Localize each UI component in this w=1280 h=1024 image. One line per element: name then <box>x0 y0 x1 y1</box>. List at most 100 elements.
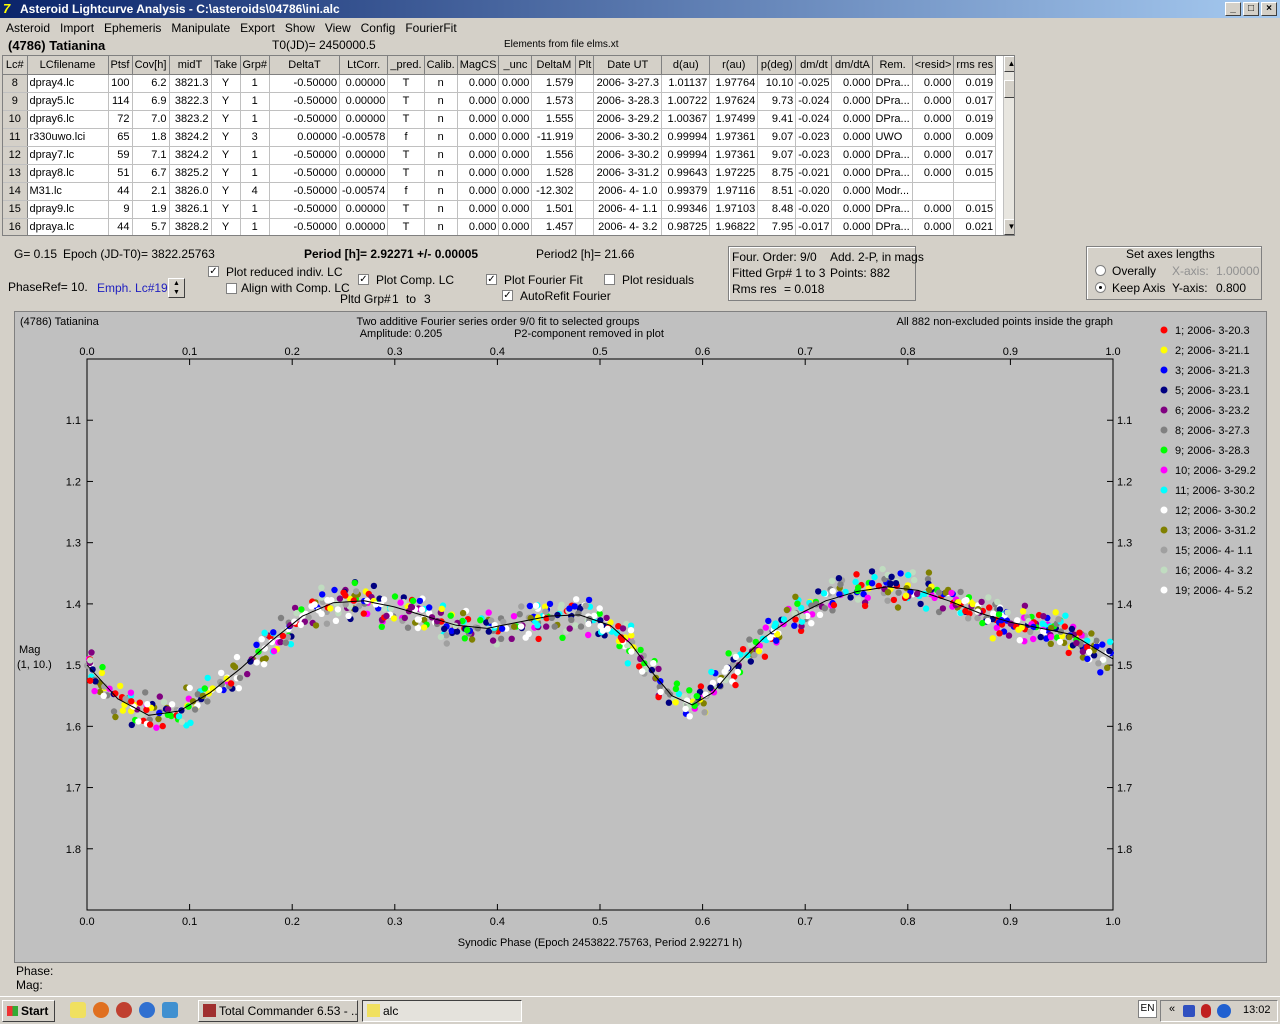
table-cell[interactable] <box>575 200 595 219</box>
table-cell[interactable]: 0.000 <box>457 146 500 165</box>
table-cell[interactable]: 0.99346 <box>661 200 711 219</box>
table-cell[interactable]: n <box>424 128 458 147</box>
table-scrollbar[interactable]: ▲ ▼ <box>1003 56 1014 235</box>
table-cell[interactable]: n <box>424 110 458 129</box>
table-cell[interactable]: dpray4.lc <box>27 74 109 93</box>
table-cell[interactable]: 15 <box>3 200 28 219</box>
table-cell[interactable]: 3826.0 <box>169 182 212 201</box>
table-cell[interactable]: DPra... <box>872 92 913 111</box>
table-cell[interactable]: T <box>387 200 425 219</box>
table-cell[interactable]: 44 <box>108 218 133 235</box>
table-cell[interactable]: Y <box>211 92 241 111</box>
align-comp-label[interactable]: Align with Comp. LC <box>241 281 350 295</box>
table-cell[interactable]: 0.000 <box>831 128 874 147</box>
table-cell[interactable]: 9 <box>3 92 28 111</box>
table-cell[interactable]: 1.97361 <box>709 128 759 147</box>
table-cell[interactable]: 0.000 <box>831 110 874 129</box>
table-cell[interactable]: 1.00722 <box>661 92 711 111</box>
plot-residuals-checkbox[interactable] <box>604 274 615 285</box>
table-cell[interactable]: 12 <box>3 146 28 165</box>
alc-app-icon[interactable]: 7 <box>3 1 17 16</box>
table-cell[interactable]: 4 <box>240 182 270 201</box>
table-cell[interactable] <box>575 164 595 183</box>
table-cell[interactable]: 14 <box>3 182 28 201</box>
firefox-icon[interactable] <box>93 1002 109 1018</box>
table-cell[interactable]: 1.579 <box>531 74 577 93</box>
table-cell[interactable]: 0.00000 <box>339 110 389 129</box>
language-indicator[interactable]: EN <box>1138 1000 1157 1018</box>
table-cell[interactable]: n <box>424 164 458 183</box>
phaseref-value[interactable]: PhaseRef= 10. <box>8 280 88 294</box>
table-cell[interactable]: 1 <box>240 164 270 183</box>
table-cell[interactable] <box>575 74 595 93</box>
table-cell[interactable]: 6.2 <box>132 74 170 93</box>
table-cell[interactable]: T <box>387 74 425 93</box>
table-cell[interactable]: 1.97103 <box>709 200 759 219</box>
table-cell[interactable]: 0.000 <box>457 200 500 219</box>
table-cell[interactable]: 100 <box>108 74 133 93</box>
table-cell[interactable]: 0.000 <box>912 74 955 93</box>
table-cell[interactable]: 6.7 <box>132 164 170 183</box>
table-cell[interactable]: 0.000 <box>831 74 874 93</box>
table-cell[interactable] <box>575 92 595 111</box>
column-header[interactable]: rms res <box>953 56 997 75</box>
table-cell[interactable]: T <box>387 146 425 165</box>
x-axis-value[interactable]: 1.00000 <box>1216 264 1259 278</box>
table-cell[interactable]: 59 <box>108 146 133 165</box>
tray-security-icon[interactable] <box>1201 1004 1211 1018</box>
align-comp-checkbox[interactable] <box>226 283 237 294</box>
pltd-grp-from[interactable]: 1 <box>392 292 399 306</box>
opera-icon[interactable] <box>116 1002 132 1018</box>
table-cell[interactable]: Y <box>211 74 241 93</box>
table-cell[interactable]: 0.000 <box>912 146 955 165</box>
table-cell[interactable]: 0.000 <box>498 200 533 219</box>
table-cell[interactable]: 0.000 <box>831 218 874 235</box>
table-cell[interactable]: 0.000 <box>498 218 533 235</box>
table-cell[interactable]: -0.024 <box>795 92 833 111</box>
start-button[interactable]: Start <box>2 1000 55 1022</box>
plot-reduced-checkbox[interactable]: ✓ <box>208 266 219 277</box>
table-cell[interactable]: 0.017 <box>953 92 997 111</box>
column-header[interactable]: DeltaT <box>269 56 340 75</box>
table-cell[interactable]: 16 <box>3 218 28 235</box>
table-cell[interactable] <box>575 146 595 165</box>
column-header[interactable]: Date UT <box>593 56 663 75</box>
table-cell[interactable]: -0.020 <box>795 200 833 219</box>
clock[interactable]: 13:02 <box>1243 1004 1271 1016</box>
table-cell[interactable]: 13 <box>3 164 28 183</box>
table-cell[interactable]: 8.51 <box>757 182 797 201</box>
table-row[interactable]: 15 dpray9.lc 9 1.9 3826.1 Y 1 -0.50000 0.00000 Tn… <box>3 200 997 219</box>
table-cell[interactable]: -11.919 <box>531 128 577 147</box>
table-cell[interactable]: 1.556 <box>531 146 577 165</box>
outlook-icon[interactable] <box>162 1002 178 1018</box>
table-cell[interactable]: 0.000 <box>457 164 500 183</box>
table-cell[interactable]: 0.000 <box>912 128 955 147</box>
table-cell[interactable]: 0.000 <box>831 146 874 165</box>
table-cell[interactable]: 0.000 <box>912 164 955 183</box>
table-cell[interactable]: 2006- 3-27.3 <box>593 74 663 93</box>
scroll-thumb[interactable] <box>1004 80 1014 98</box>
column-header[interactable]: midT <box>169 56 212 75</box>
table-row[interactable]: 12 dpray7.lc 59 7.1 3824.2 Y 1 -0.50000 0.00000 T… <box>3 146 997 165</box>
overally-radio[interactable] <box>1095 265 1106 276</box>
table-cell[interactable]: 0.99643 <box>661 164 711 183</box>
table-cell[interactable]: 0.017 <box>953 146 997 165</box>
table-cell[interactable]: DPra... <box>872 218 913 235</box>
column-header[interactable]: _pred. <box>387 56 425 75</box>
minimize-button[interactable]: _ <box>1225 2 1241 16</box>
table-cell[interactable]: 0.021 <box>953 218 997 235</box>
alc-quicklaunch-icon[interactable] <box>70 1002 86 1018</box>
scroll-down-icon[interactable]: ▼ <box>1004 219 1014 235</box>
keep-axis-radio[interactable] <box>1095 282 1106 293</box>
table-cell[interactable]: DPra... <box>872 164 913 183</box>
table-cell[interactable]: 1.555 <box>531 110 577 129</box>
lightcurve-chart[interactable]: (4786) Tatianina Two additive Fourier se… <box>15 312 1268 964</box>
table-cell[interactable]: 0.019 <box>953 74 997 93</box>
table-cell[interactable]: 3823.2 <box>169 110 212 129</box>
table-cell[interactable]: 0.000 <box>457 182 500 201</box>
table-cell[interactable]: 2006- 4- 3.2 <box>593 218 663 235</box>
table-cell[interactable]: Y <box>211 164 241 183</box>
column-header[interactable]: Lc# <box>3 56 28 75</box>
table-cell[interactable]: -0.023 <box>795 128 833 147</box>
table-cell[interactable] <box>575 182 595 201</box>
